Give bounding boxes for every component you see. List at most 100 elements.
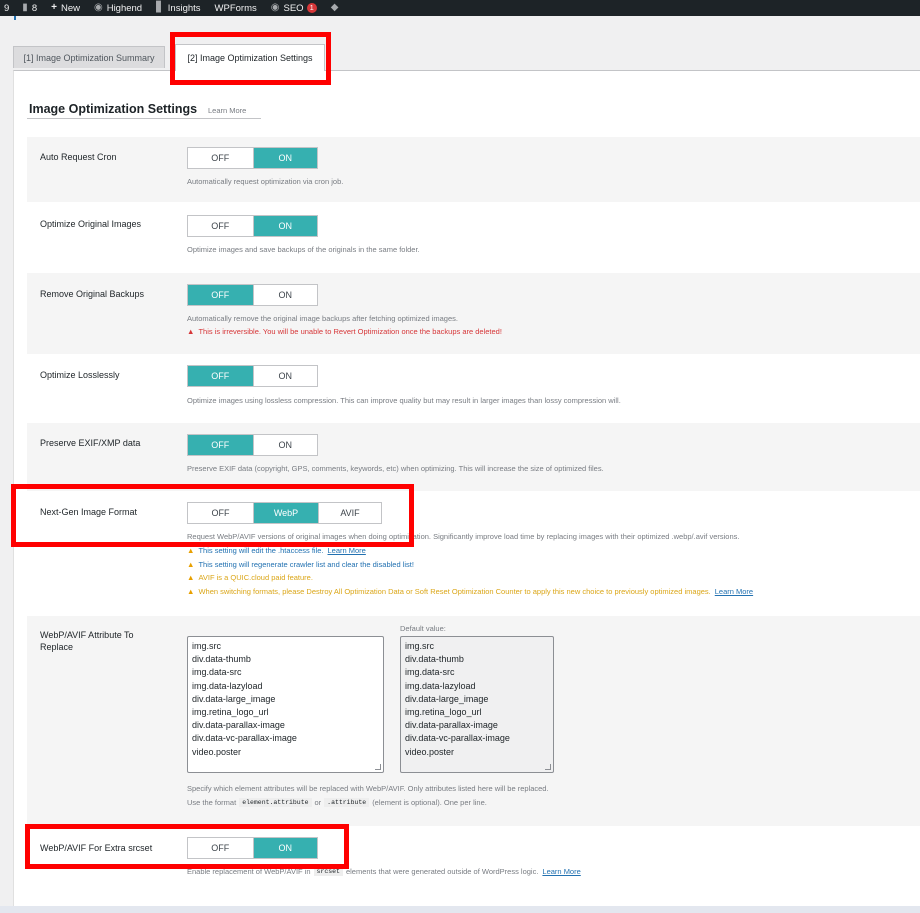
- attribute-line: img.data-src: [192, 667, 242, 678]
- auto-request-cron-toggle[interactable]: OFF ON: [187, 147, 318, 169]
- note-text: AVIF is a QUIC.cloud paid feature.: [198, 573, 313, 582]
- tab-image-optimization-summary[interactable]: [1] Image Optimization Summary: [13, 46, 165, 68]
- insights-item[interactable]: ▋ Insights: [156, 3, 200, 14]
- attribute-line: div.data-vc-parallax-image: [192, 733, 297, 744]
- insights-label: Insights: [167, 2, 201, 14]
- default-attributes-textarea: img.src div.data-thumb img.data-src img.dat…: [400, 636, 554, 773]
- optimize-original-toggle[interactable]: OFF ON: [187, 215, 318, 237]
- toggle-on-option[interactable]: ON: [252, 366, 318, 386]
- learn-more-link[interactable]: Learn More: [328, 546, 366, 555]
- note-text: This setting will edit the .htaccess fil…: [198, 546, 324, 555]
- setting-description: Optimize images using lossless compressi…: [187, 396, 621, 405]
- attribute-line: video.poster: [405, 746, 455, 757]
- irreversible-warning: ▲ This is irreversible. You will be unab…: [187, 327, 502, 336]
- tab-image-optimization-settings[interactable]: [2] Image Optimization Settings: [175, 44, 325, 71]
- warning-icon: ▲: [187, 587, 195, 596]
- row-optimize-losslessly: Optimize Losslessly: [27, 355, 920, 421]
- comment-icon: ▮: [22, 2, 28, 13]
- site-name: Highend: [106, 2, 143, 14]
- format-webp-option[interactable]: WebP: [253, 503, 318, 523]
- row-auto-request-cron: Auto Request Cron: [27, 136, 920, 202]
- next-gen-format-toggle[interactable]: OFF WebP AVIF: [187, 502, 382, 524]
- attribute-line: img.data-src: [405, 667, 455, 678]
- avif-paid-note: ▲ AVIF is a QUIC.cloud paid feature.: [187, 573, 313, 582]
- site-name-item[interactable]: ◉ Highend: [94, 3, 142, 14]
- format-code-attribute: .attribute: [324, 798, 370, 807]
- setting-description: Optimize images and save backups of the …: [187, 245, 420, 254]
- seo-label: SEO: [283, 2, 304, 14]
- note-text: This setting will regenerate crawler lis…: [198, 560, 414, 569]
- page-title: Image Optimization Settings: [29, 102, 198, 116]
- toggle-on-option[interactable]: ON: [252, 838, 317, 858]
- attribute-line: div.data-thumb: [405, 654, 464, 665]
- toggle-off-option[interactable]: OFF: [188, 366, 253, 386]
- wpforms-item[interactable]: WPForms: [215, 3, 257, 14]
- label-line-1: WebP/AVIF Attribute To: [40, 630, 134, 640]
- bar-chart-icon: ▋: [156, 2, 164, 13]
- description-suffix: elements that were generated outside of …: [345, 867, 539, 876]
- attribute-line: img.src: [192, 641, 221, 651]
- setting-description: Automatically request optimization via c…: [187, 177, 344, 186]
- resize-handle[interactable]: [375, 764, 381, 770]
- resize-handle: [545, 764, 551, 770]
- setting-label: Next-Gen Image Format: [40, 507, 138, 517]
- attribute-line: img.data-lazyload: [405, 680, 476, 691]
- setting-label: Preserve EXIF/XMP data: [40, 438, 141, 448]
- new-label: New: [60, 2, 80, 14]
- setting-description: Preserve EXIF data (copyright, GPS, comm…: [187, 464, 604, 473]
- setting-description: Enable replacement of WebP/AVIF in srcse…: [187, 867, 581, 876]
- extra-srcset-toggle[interactable]: OFF ON: [187, 837, 318, 859]
- attribute-line: div.data-vc-parallax-image: [405, 733, 510, 744]
- learn-more-link[interactable]: Learn More: [542, 867, 580, 876]
- learn-more-link[interactable]: Learn More: [208, 106, 246, 115]
- toggle-off-option[interactable]: OFF: [188, 838, 253, 858]
- attributes-value-list: img.src div.data-thumb img.data-src img.dat…: [192, 640, 379, 759]
- toggle-off-option[interactable]: OFF: [188, 285, 253, 305]
- footer-strip: [0, 906, 920, 913]
- row-remove-backups: Remove Original Backups: [27, 272, 920, 354]
- label-line-2: Replace: [40, 642, 74, 652]
- updates-item[interactable]: 9: [4, 3, 9, 14]
- htaccess-note: ▲ This setting will edit the .htaccess f…: [187, 546, 366, 555]
- setting-description: Automatically remove the original image …: [187, 314, 458, 323]
- srcset-code: srcset: [313, 867, 343, 876]
- format-or: or: [314, 798, 322, 807]
- attribute-line: div.data-thumb: [192, 654, 251, 665]
- new-content-item[interactable]: + New: [51, 3, 80, 14]
- format-avif-option[interactable]: AVIF: [318, 503, 381, 523]
- toggle-on-option[interactable]: ON: [252, 435, 318, 455]
- toggle-on-option[interactable]: ON: [252, 285, 318, 305]
- optimize-losslessly-toggle[interactable]: OFF ON: [187, 365, 318, 387]
- warning-icon: ▲: [187, 546, 195, 555]
- format-hint: Use the format element.attribute or .att…: [187, 798, 487, 807]
- diamond-menu-item[interactable]: ◆: [331, 3, 343, 13]
- preserve-exif-toggle[interactable]: OFF ON: [187, 434, 318, 456]
- seo-item[interactable]: ◉ SEO 1: [271, 3, 317, 14]
- warning-icon: ▲: [187, 573, 195, 582]
- attribute-line: div.data-large_image: [192, 693, 276, 704]
- switch-format-note: ▲ When switching formats, please Destroy…: [187, 587, 753, 596]
- attribute-line: div.data-parallax-image: [405, 720, 498, 731]
- row-optimize-original: Optimize Original Images: [27, 203, 920, 271]
- toggle-off-option[interactable]: OFF: [188, 435, 253, 455]
- dashboard-icon: ◉: [93, 2, 103, 13]
- format-suffix: (element is optional). One per line.: [372, 798, 487, 807]
- format-off-option[interactable]: OFF: [188, 503, 253, 523]
- row-preserve-exif: Preserve EXIF/XMP data: [27, 422, 920, 491]
- setting-label: Optimize Original Images: [40, 219, 142, 229]
- plus-icon: +: [51, 2, 57, 13]
- learn-more-link[interactable]: Learn More: [715, 587, 753, 596]
- toggle-on-option[interactable]: ON: [252, 216, 317, 236]
- remove-backups-toggle[interactable]: OFF ON: [187, 284, 318, 306]
- default-value-label: Default value:: [400, 624, 446, 633]
- diamond-icon: ◆: [330, 2, 339, 13]
- toggle-off-option[interactable]: OFF: [188, 216, 253, 236]
- setting-label: WebP/AVIF For Extra srcset: [40, 843, 153, 853]
- setting-label: Auto Request Cron: [40, 152, 117, 162]
- toggle-off-option[interactable]: OFF: [188, 148, 253, 168]
- toggle-on-option[interactable]: ON: [252, 148, 317, 168]
- attributes-textarea[interactable]: img.src div.data-thumb img.data-src img.dat…: [187, 636, 384, 773]
- comments-item[interactable]: ▮ 8: [22, 3, 37, 14]
- wpforms-label: WPForms: [214, 2, 257, 14]
- comments-count: 8: [31, 2, 38, 14]
